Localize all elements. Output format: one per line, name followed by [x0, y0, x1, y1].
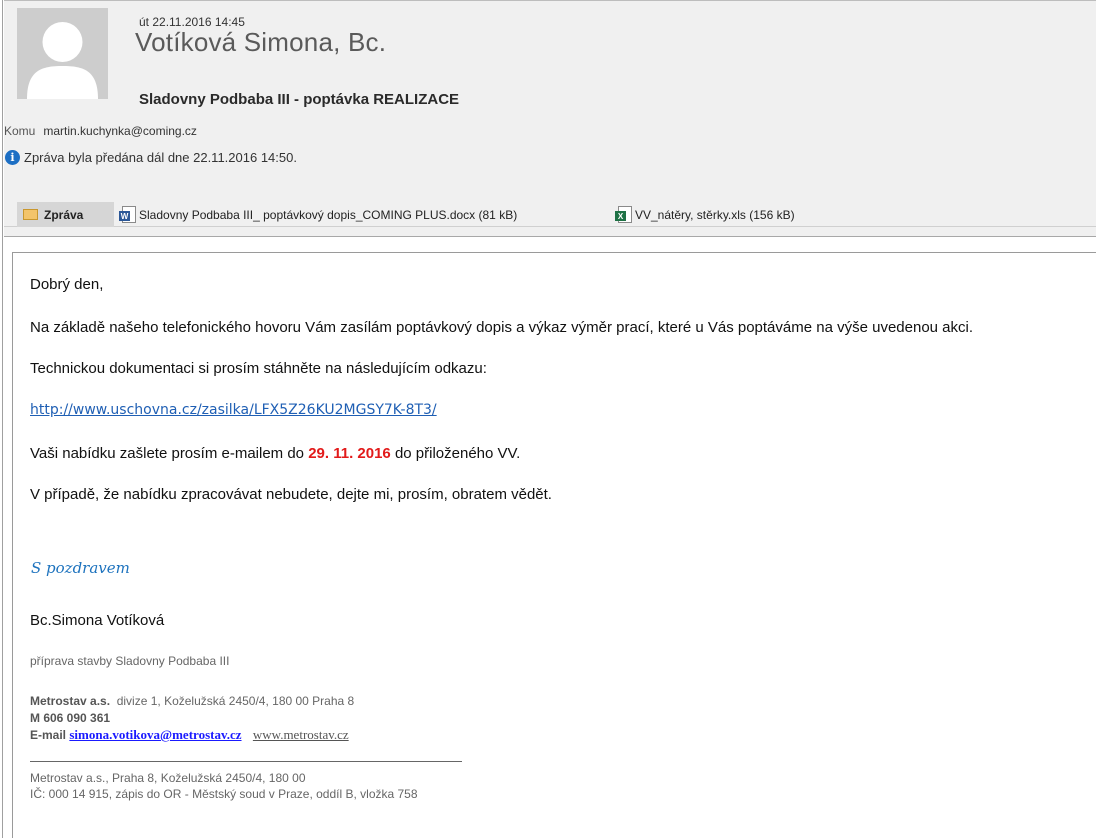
body-greeting: Dobrý den, [30, 276, 104, 293]
word-doc-icon: W [119, 206, 136, 223]
signature-divider [30, 761, 462, 762]
forward-notice-text: Zpráva byla předána dál dne 22.11.2016 1… [24, 150, 297, 165]
message-body-frame [12, 252, 1096, 838]
body-line-4-post: do přiloženého VV. [390, 445, 521, 462]
info-icon: i [5, 150, 20, 165]
signature-footer-2: IČ: 000 14 915, zápis do OR - Městský so… [30, 787, 418, 801]
signature-company: Metrostav a.s. [30, 694, 111, 708]
deadline-date: 29. 11. 2016 [308, 445, 391, 462]
person-placeholder-icon [17, 8, 108, 99]
signature-company-address: divize 1, Koželužská 2450/4, 180 00 Prah… [116, 694, 355, 708]
download-link[interactable]: http://www.uschovna.cz/zasilka/LFX5Z26KU… [30, 402, 437, 418]
signature-closing: S pozdravem [31, 559, 130, 577]
signature-footer-1: Metrostav a.s., Praha 8, Koželužská 2450… [30, 771, 306, 785]
message-subject: Sladovny Podbaba III - poptávka REALIZAC… [139, 91, 460, 108]
signature-name: Bc.Simona Votíková [30, 612, 165, 629]
attachment-docx-label: Sladovny Podbaba III_ poptávkový dopis_C… [139, 207, 518, 222]
forward-notice: i Zpráva byla předána dál dne 22.11.2016… [5, 150, 297, 165]
body-line-5: V případě, že nabídku zpracovávat nebude… [30, 486, 552, 503]
body-line-4-pre: Vaši nabídku zašlete prosím e-mailem do [30, 445, 309, 462]
signature-role: příprava stavby Sladovny Podbaba III [30, 654, 230, 668]
recipient-address[interactable]: martin.kuchynka@coming.cz [43, 124, 197, 138]
envelope-icon [23, 209, 38, 220]
signature-mobile-row: M 606 090 361 [30, 711, 110, 725]
signature-email-link[interactable]: simona.votikova@metrostav.cz [69, 727, 241, 742]
body-link-row: http://www.uschovna.cz/zasilka/LFX5Z26KU… [30, 401, 437, 418]
body-line-4: Vaši nabídku zašlete prosím e-mailem do … [30, 445, 520, 462]
message-tab[interactable]: Zpráva [17, 202, 114, 227]
signature-company-row: Metrostav a.s. divize 1, Koželužská 2450… [30, 694, 354, 708]
message-header: út 22.11.2016 14:45 Votíková Simona, Bc.… [4, 0, 1096, 236]
attachment-bar: Zpráva W Sladovny Podbaba III_ poptávkov… [4, 202, 1096, 227]
attachment-docx[interactable]: W Sladovny Podbaba III_ poptávkový dopis… [119, 206, 518, 223]
signature-web-link[interactable]: www.metrostav.cz [253, 727, 349, 742]
message-tab-label: Zpráva [44, 207, 84, 222]
signature-email-row: E-mail simona.votikova@metrostav.cz www.… [30, 727, 349, 743]
signature-mobile: M 606 090 361 [30, 711, 111, 725]
body-line-2: Technickou dokumentaci si prosím stáhnět… [30, 360, 487, 377]
header-divider [4, 236, 1096, 252]
attachment-xls-label: VV_nátěry, stěrky.xls (156 kB) [635, 207, 795, 222]
attachment-xls[interactable]: X VV_nátěry, stěrky.xls (156 kB) [615, 206, 795, 223]
sender-name[interactable]: Votíková Simona, Bc. [135, 27, 386, 58]
to-label: Komu [4, 124, 36, 138]
body-line-1: Na základě našeho telefonického hovoru V… [30, 319, 974, 336]
signature-email-label: E-mail [30, 728, 67, 742]
recipient-row: Komu martin.kuchynka@coming.cz [4, 124, 197, 138]
excel-doc-icon: X [615, 206, 632, 223]
sender-avatar [17, 8, 108, 99]
window-left-border [0, 0, 3, 838]
